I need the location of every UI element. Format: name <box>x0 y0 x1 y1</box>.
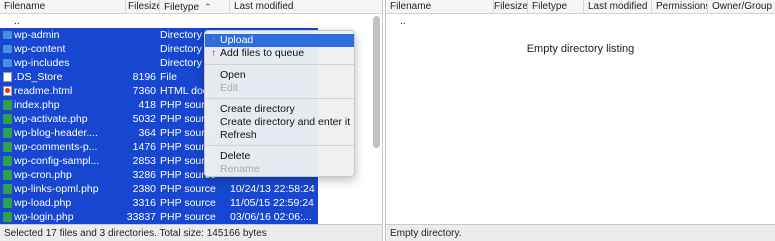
file-name: wp-config-sampl... <box>14 155 100 167</box>
local-scrollbar[interactable] <box>373 16 380 226</box>
column-header-filetype[interactable]: Filetype <box>528 0 584 14</box>
column-header-filename[interactable]: Filename <box>386 0 494 14</box>
menu-item-label: Upload <box>220 34 254 46</box>
file-size: 2853 <box>132 155 156 167</box>
add-queue-icon: ↑ <box>211 48 216 59</box>
column-header-filesize[interactable]: Filesize <box>126 0 160 14</box>
file-modified: 03/06/16 02:06:... <box>230 211 312 223</box>
menu-item-label: Edit <box>220 82 239 94</box>
file-modified: 11/05/15 22:59:24 <box>230 197 314 209</box>
remote-file-pane[interactable]: Filename Filesize Filetype Last modified… <box>385 0 775 241</box>
remote-column-header: Filename Filesize Filetype Last modified… <box>386 0 775 14</box>
column-header-filetype[interactable]: Filetype ⌃ <box>160 0 230 14</box>
php-file-icon <box>3 114 12 124</box>
menu-item-label: Delete <box>220 150 251 162</box>
scrollbar-thumb[interactable] <box>373 16 380 148</box>
php-file-icon <box>3 128 12 138</box>
php-file-icon <box>3 184 12 194</box>
menu-item-create-directory[interactable]: Create directory <box>205 103 354 116</box>
column-header-last-modified[interactable]: Last modified <box>584 0 652 14</box>
file-type: PHP source <box>160 211 216 223</box>
file-name: index.php <box>14 99 60 111</box>
menu-item-delete[interactable]: Delete <box>205 150 354 163</box>
file-icon <box>3 72 12 82</box>
menu-item-upload[interactable]: ↑ Upload <box>205 34 354 47</box>
menu-item-add-files-to-queue[interactable]: ↑ Add files to queue <box>205 47 354 60</box>
file-size: 5032 <box>132 113 156 125</box>
php-file-icon <box>3 142 12 152</box>
file-row[interactable]: wp-links-opml.php 2380 PHP source 10/24/… <box>0 182 318 196</box>
parent-dir-icon <box>3 16 12 26</box>
file-row[interactable]: wp-login.php 33837 PHP source 03/06/16 0… <box>0 210 318 224</box>
file-size: 7360 <box>132 85 156 97</box>
folder-icon <box>3 45 12 53</box>
menu-item-rename[interactable]: Rename <box>205 163 354 176</box>
file-size: 8196 <box>132 71 156 83</box>
file-size: 364 <box>138 127 156 139</box>
file-name: .. <box>14 15 20 27</box>
menu-item-label: Create directory and enter it <box>220 116 351 128</box>
folder-icon <box>3 31 12 39</box>
php-file-icon <box>3 156 12 166</box>
column-header-filesize[interactable]: Filesize <box>494 0 528 14</box>
parent-directory-row[interactable]: .. <box>0 14 318 28</box>
file-size: 418 <box>138 99 156 111</box>
file-name: wp-load.php <box>14 197 72 209</box>
menu-separator <box>205 64 354 65</box>
file-type: PHP source <box>160 197 216 209</box>
menu-separator <box>205 98 354 99</box>
column-header-filename[interactable]: Filename <box>0 0 126 14</box>
file-name: wp-cron.php <box>14 169 72 181</box>
php-file-icon <box>3 100 12 110</box>
file-size: 2380 <box>132 183 156 195</box>
menu-item-label: Create directory <box>220 103 295 115</box>
parent-dir-icon <box>389 16 398 26</box>
menu-item-create-directory-and-enter[interactable]: Create directory and enter it <box>205 116 354 129</box>
context-menu: ↑ Upload ↑ Add files to queue Open Edit … <box>204 30 355 177</box>
file-type: PHP source <box>160 183 216 195</box>
file-size: 33837 <box>126 211 156 223</box>
column-header-permissions[interactable]: Permissions <box>652 0 708 14</box>
remote-status-bar: Empty directory. <box>386 224 775 241</box>
folder-icon <box>3 59 12 67</box>
sort-ascending-icon: ⌃ <box>204 2 212 12</box>
file-size: 3286 <box>132 169 156 181</box>
file-row[interactable]: wp-load.php 3316 PHP source 11/05/15 22:… <box>0 196 318 210</box>
file-size: 3316 <box>132 197 156 209</box>
menu-item-label: Refresh <box>220 129 257 141</box>
upload-arrow-icon: ↑ <box>211 35 216 46</box>
file-name: wp-login.php <box>14 211 74 223</box>
menu-item-open[interactable]: Open <box>205 69 354 82</box>
menu-item-refresh[interactable]: Refresh <box>205 129 354 142</box>
file-name: wp-blog-header.... <box>14 127 99 139</box>
html-file-icon <box>3 86 12 96</box>
file-name: .DS_Store <box>14 71 63 83</box>
menu-separator <box>205 145 354 146</box>
file-size: 1476 <box>132 141 156 153</box>
php-file-icon <box>3 212 12 222</box>
file-name: wp-activate.php <box>14 113 88 125</box>
php-file-icon <box>3 170 12 180</box>
empty-directory-message: Empty directory listing <box>526 43 635 55</box>
file-name: readme.html <box>14 85 73 97</box>
column-header-last-modified[interactable]: Last modified <box>230 0 375 14</box>
parent-directory-row[interactable]: .. <box>386 14 766 28</box>
file-name: .. <box>400 15 406 27</box>
file-name: wp-comments-p... <box>14 141 98 153</box>
file-name: wp-admin <box>14 29 60 41</box>
menu-item-label: Add files to queue <box>220 47 305 59</box>
file-modified: 10/24/13 22:58:24 <box>230 183 315 195</box>
file-name: wp-content <box>14 43 66 55</box>
menu-item-label: Rename <box>220 163 260 175</box>
php-file-icon <box>3 198 12 208</box>
local-column-header: Filename Filesize Filetype ⌃ Last modifie… <box>0 0 382 14</box>
column-header-owner-group[interactable]: Owner/Group <box>708 0 775 14</box>
menu-item-label: Open <box>220 69 246 81</box>
menu-item-edit[interactable]: Edit <box>205 82 354 95</box>
file-name: wp-links-opml.php <box>14 183 99 195</box>
local-status-bar: Selected 17 files and 3 directories. Tot… <box>0 224 382 241</box>
file-name: wp-includes <box>14 57 70 69</box>
